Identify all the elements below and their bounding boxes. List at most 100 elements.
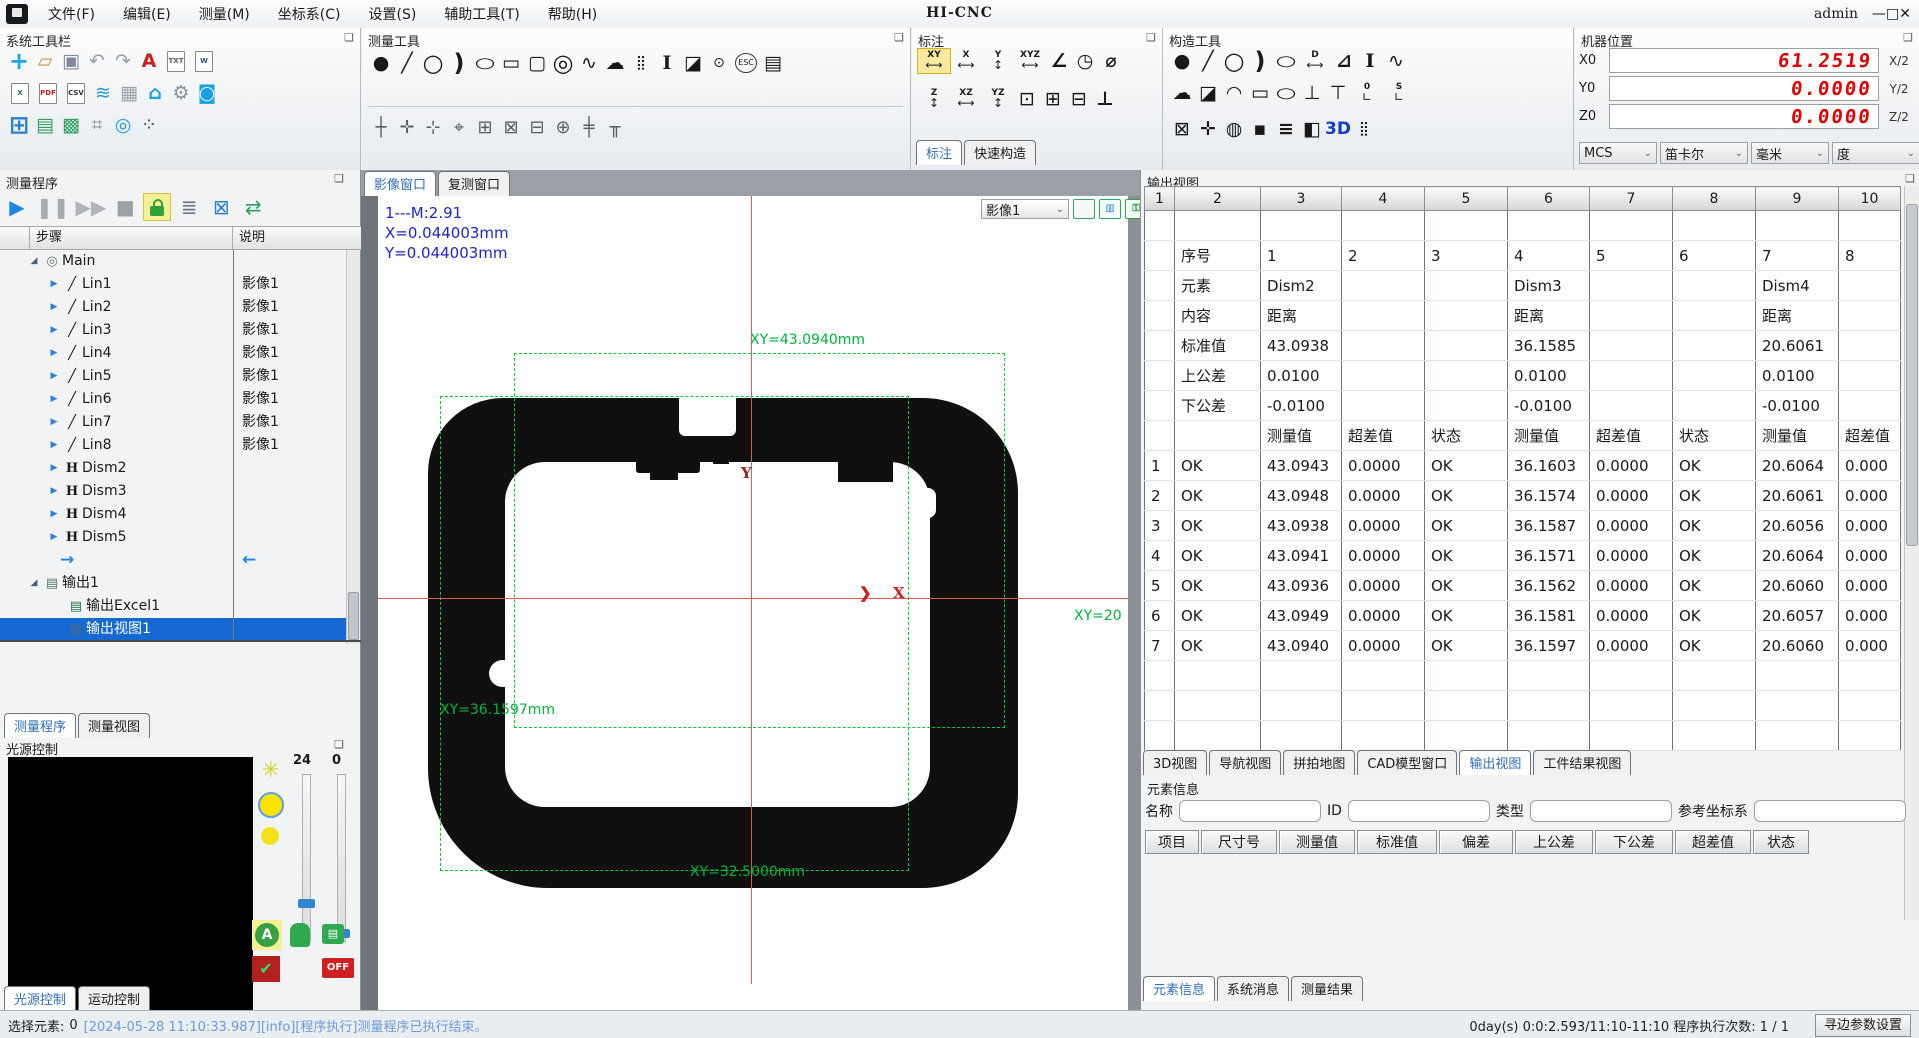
- field-input-0[interactable]: [1179, 800, 1321, 822]
- roi-bracket-icon[interactable]: [1073, 199, 1095, 219]
- half-axis-button-Z0[interactable]: Z/2: [1883, 110, 1915, 124]
- tile-grid-icon[interactable]: ⊞: [6, 112, 32, 138]
- list-button[interactable]: ≣: [176, 194, 202, 220]
- home-icon[interactable]: ⌂: [142, 80, 168, 106]
- expander-icon[interactable]: ◢: [26, 572, 42, 595]
- info-header-6[interactable]: 下公差: [1595, 830, 1673, 854]
- tree-row-Lin3[interactable]: ▶╱Lin3影像1: [0, 319, 348, 342]
- c-shade-icon[interactable]: ◧: [1299, 116, 1325, 142]
- column-header-2[interactable]: 2: [1175, 187, 1261, 211]
- view-tab-2[interactable]: 拼拍地图: [1283, 750, 1355, 775]
- blob-tool-icon[interactable]: ☁: [602, 50, 628, 76]
- add-icon[interactable]: +: [6, 48, 32, 74]
- pdf-doc-icon[interactable]: PDF: [39, 83, 57, 104]
- c-dome-icon[interactable]: ◠: [1221, 80, 1247, 106]
- box-dim-3-icon[interactable]: ⊟: [1066, 86, 1092, 112]
- steps-column-header[interactable]: 步骤: [30, 227, 233, 249]
- stop-button[interactable]: ■: [112, 194, 138, 220]
- slot-tool-icon[interactable]: ▢: [524, 50, 550, 76]
- info-header-0[interactable]: 项目: [1145, 830, 1199, 854]
- parallel-dim-icon[interactable]: ╪: [576, 115, 602, 141]
- info-header-7[interactable]: 超差值: [1675, 830, 1751, 854]
- panel-float-icon[interactable]: ❏: [894, 31, 904, 44]
- ellipse-tool-icon[interactable]: ○: [469, 53, 502, 73]
- left-panel-tab-1[interactable]: 测量视图: [78, 713, 150, 738]
- c-pin-down-icon[interactable]: ⊥: [1299, 80, 1325, 106]
- tree-row-Lin2[interactable]: ▶╱Lin2影像1: [0, 296, 348, 319]
- annotation-tab-1[interactable]: 快速构造: [964, 140, 1036, 165]
- nodes-icon[interactable]: ⁘: [136, 112, 162, 138]
- view-tab-4[interactable]: 输出视图: [1459, 750, 1531, 775]
- menu-item-0[interactable]: 文件(F): [36, 1, 107, 27]
- tree-row-Lin5[interactable]: ▶╱Lin5影像1: [0, 365, 348, 388]
- expander-icon[interactable]: ▶: [46, 434, 62, 457]
- panel-float-icon[interactable]: ❏: [1903, 31, 1913, 44]
- c-move-icon[interactable]: ✛: [1195, 116, 1221, 142]
- txt-doc-icon[interactable]: TXT: [167, 51, 185, 72]
- line-tool-icon[interactable]: ╱: [394, 50, 420, 76]
- c-circle-icon[interactable]: ○: [1221, 48, 1247, 74]
- rail-dim-icon[interactable]: ╥: [602, 115, 628, 141]
- tree-row-Lin8[interactable]: ▶╱Lin8影像1: [0, 434, 348, 457]
- c-axes-s-icon[interactable]: S∟: [1383, 81, 1415, 105]
- tree-row-输出Excel1[interactable]: ▤输出Excel1: [0, 595, 348, 618]
- box-plus-icon[interactable]: ⊞: [472, 115, 498, 141]
- dim-xyz-icon[interactable]: XYZ⟷: [1014, 49, 1046, 73]
- expander-icon[interactable]: ▶: [46, 388, 62, 411]
- diameter-dim-icon[interactable]: ⌀: [1098, 48, 1124, 74]
- circle-plus-icon[interactable]: ⊕: [550, 115, 576, 141]
- gauge-doc-tool-icon[interactable]: ▤: [760, 50, 786, 76]
- panel-float-icon[interactable]: ❏: [1905, 172, 1915, 185]
- c-line-icon[interactable]: ╱: [1195, 48, 1221, 74]
- vertical-splitter[interactable]: [361, 196, 378, 1010]
- light-slider-1[interactable]: [302, 774, 311, 942]
- camera-icon[interactable]: ◙: [194, 80, 220, 106]
- apply-light-button[interactable]: ✔: [252, 956, 280, 982]
- curve-tool-icon[interactable]: ∿: [576, 50, 602, 76]
- box-x-icon[interactable]: ⊠: [498, 115, 524, 141]
- selector-2[interactable]: 毫米⌄: [1751, 142, 1829, 164]
- expander-icon[interactable]: ▶: [46, 457, 62, 480]
- tree-row-Dism4[interactable]: ▶HDism4: [0, 503, 348, 526]
- panel-float-icon[interactable]: ❏: [334, 172, 344, 185]
- column-header-4[interactable]: 4: [1342, 187, 1425, 211]
- field-input-2[interactable]: [1530, 800, 1672, 822]
- light-slider-2[interactable]: [337, 774, 346, 942]
- c-plane-icon[interactable]: ◪: [1195, 80, 1221, 106]
- cross-snap-icon[interactable]: ✛: [394, 115, 420, 141]
- canvas-lock-icon[interactable]: ⚿: [1125, 199, 1140, 219]
- menu-item-2[interactable]: 测量(M): [187, 1, 262, 27]
- menu-item-3[interactable]: 坐标系(C): [266, 1, 353, 27]
- c-angle-icon[interactable]: ⊿: [1331, 48, 1357, 74]
- small-circle-tool-icon[interactable]: ⊙: [706, 50, 732, 76]
- menu-item-6[interactable]: 帮助(H): [536, 1, 609, 27]
- column-header-1[interactable]: 1: [1145, 187, 1175, 211]
- light-panel-tab-1[interactable]: 运动控制: [78, 986, 150, 1011]
- plane-tool-icon[interactable]: ◪: [680, 50, 706, 76]
- tree-row-Dism3[interactable]: ▶HDism3: [0, 480, 348, 503]
- expander-icon[interactable]: ▶: [46, 411, 62, 434]
- column-header-6[interactable]: 6: [1508, 187, 1590, 211]
- annotation-tab-0[interactable]: 标注: [916, 140, 962, 165]
- radius-dim-icon[interactable]: ◷: [1072, 48, 1098, 74]
- tree-scrollbar[interactable]: [346, 250, 360, 644]
- panel-float-icon[interactable]: ❏: [344, 31, 354, 44]
- rect-tool-icon[interactable]: ▭: [498, 50, 524, 76]
- pick-line-icon[interactable]: ⌖: [446, 115, 472, 141]
- maximize-button[interactable]: □: [1886, 6, 1899, 22]
- tree-row-Lin4[interactable]: ▶╱Lin4影像1: [0, 342, 348, 365]
- save-icon[interactable]: ▣: [58, 48, 84, 74]
- box-minus-icon[interactable]: ⊟: [524, 115, 550, 141]
- c-axes-0-icon[interactable]: 0∟: [1351, 81, 1383, 105]
- circle-tool-icon[interactable]: ○: [420, 50, 446, 76]
- tree-row-insert-point[interactable]: →←: [0, 549, 348, 572]
- tree-row-Dism2[interactable]: ▶HDism2: [0, 457, 348, 480]
- c-lines-icon[interactable]: ≡: [1273, 116, 1299, 142]
- column-header-10[interactable]: 10: [1839, 187, 1901, 211]
- expander-icon[interactable]: ▶: [46, 319, 62, 342]
- minimize-button[interactable]: —: [1872, 6, 1886, 22]
- menu-item-5[interactable]: 辅助工具(T): [432, 1, 531, 27]
- expander-icon[interactable]: ▶: [46, 342, 62, 365]
- cad-export-icon[interactable]: A: [136, 48, 162, 74]
- dim-x-icon[interactable]: X⟷: [950, 49, 982, 73]
